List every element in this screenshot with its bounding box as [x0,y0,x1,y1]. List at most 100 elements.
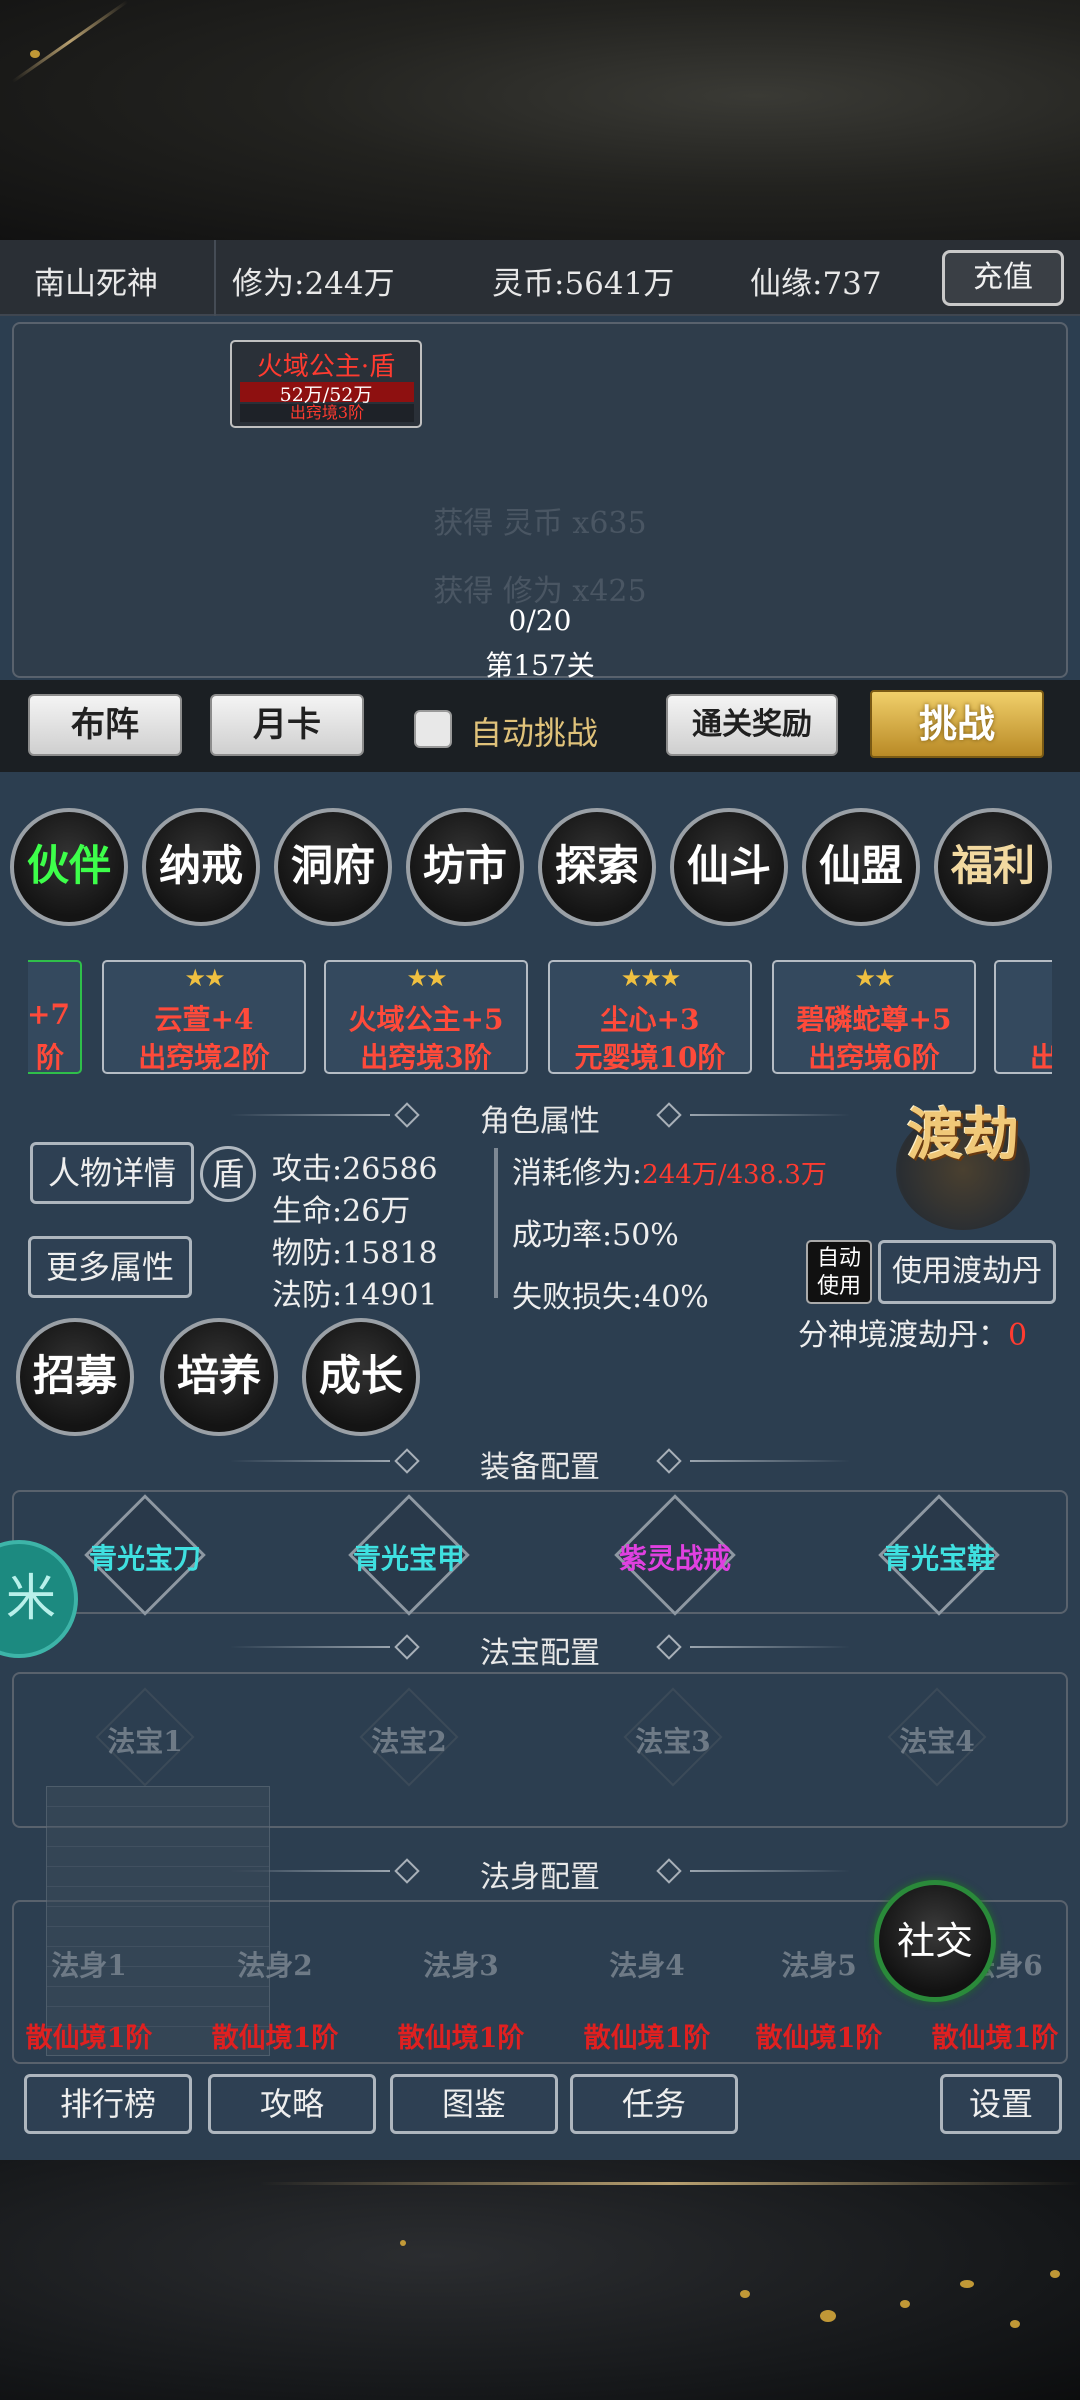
divider [214,240,216,316]
partner-card[interactable]: ★★ 云萱+4 出窍境2阶 [102,960,306,1074]
cultivate-button[interactable]: 培养 [160,1318,278,1436]
partner-carousel[interactable]: +7 阶 ★★ 云萱+4 出窍境2阶 ★★ 火域公主+5 出窍境3阶 ★★★ 尘… [28,960,1052,1078]
partner-name: 碧磷蛇尊+5 [796,1003,952,1036]
equipment-boots[interactable]: 青光宝鞋 [839,1537,1039,1577]
clear-reward-button[interactable]: 通关奖励 [666,694,838,756]
partner-name: +7 [28,998,70,1031]
heading-ornament [690,1870,850,1872]
codex-button[interactable]: 图鉴 [390,2074,558,2134]
partner-card[interactable]: ★★★ 尘心+3 元婴境10阶 [548,960,752,1074]
partner-realm: 出窍境3阶 [360,1041,492,1074]
dharma-body-slot-2[interactable]: 法身2 [200,1944,350,1984]
shield-badge[interactable]: 盾 [200,1146,256,1202]
partner-realm: 出窍境2阶 [138,1041,270,1074]
gold-fleck [400,2240,406,2246]
heading-ornament [690,1114,850,1116]
menu-welfare[interactable]: 福利 [934,808,1052,926]
treasure-slot-2[interactable]: 法宝2 [334,1720,484,1760]
character-detail-button[interactable]: 人物详情 [30,1142,194,1204]
menu-market[interactable]: 坊市 [406,808,524,926]
equipment-weapon[interactable]: 青光宝刀 [45,1537,245,1577]
star-rating: ★★ [184,964,225,992]
social-button[interactable]: 社交 [874,1880,996,2002]
tribulation-pill-count: 分神境渡劫丹：0 [798,1310,1027,1354]
partner-realm: 元婴境10阶 [574,1041,726,1074]
star-rating: ★★★ [620,964,682,992]
equipment-armor[interactable]: 青光宝甲 [309,1537,509,1577]
partner-realm: 出窍境6阶 [808,1041,940,1074]
tasks-button[interactable]: 任务 [570,2074,738,2134]
treasure-slot-4[interactable]: 法宝4 [862,1720,1012,1760]
partner-card[interactable]: ★★ 碧磷蛇尊+5 出窍境6阶 [772,960,976,1074]
dharma-body-realm: 散仙境1阶 [397,2023,525,2054]
gold-fleck [740,2290,750,2298]
dharma-body-realm: 散仙境1阶 [211,2023,339,2054]
menu-explore[interactable]: 探索 [538,808,656,926]
attack-stat: 攻击:26586 [272,1152,438,1187]
dharma-body-realm: 散仙境1阶 [931,2023,1059,2054]
enemy-realm: 出窍境3阶 [240,404,414,422]
magic-defense-stat: 法防:14901 [272,1278,438,1313]
success-rate: 成功率:50% [512,1218,679,1253]
partner-card[interactable]: +7 阶 [28,960,82,1074]
star-rating: ★★ [854,964,895,992]
consume-cultivation: 消耗修为:244万/438.3万 [512,1148,827,1192]
partner-card[interactable]: ★★ 火域公主+5 出窍境3阶 [324,960,528,1074]
enemy-name: 火域公主·盾 [256,352,396,382]
bottom-background [0,2160,1080,2400]
more-attributes-button[interactable]: 更多属性 [28,1236,192,1298]
partner-name: 火域公主+5 [348,1003,504,1036]
ranking-button[interactable]: 排行榜 [24,2074,192,2134]
tribulation-button[interactable]: 渡劫 [896,1107,1030,1230]
gold-fleck [30,50,40,58]
auto-use-toggle[interactable]: 自动使用 [806,1240,872,1304]
auto-challenge-label[interactable]: 自动挑战 [470,708,598,754]
dharma-body-slot-5[interactable]: 法身5 [744,1944,894,1984]
equipment-title: 装备配置 [480,1450,600,1485]
dharma-body-slot-4[interactable]: 法身4 [572,1944,722,1984]
guide-button[interactable]: 攻略 [208,2074,376,2134]
menu-storage-ring[interactable]: 纳戒 [142,808,260,926]
star-rating: ★★ [406,964,447,992]
challenge-button[interactable]: 挑战 [870,690,1044,758]
dharma-body-realm: 散仙境1阶 [25,2023,153,2054]
partner-card[interactable]: 出 [994,960,1052,1074]
enemy-card[interactable]: 火域公主·盾 52万/52万 出窍境3阶 [230,340,422,428]
failure-loss: 失败损失:40% [512,1280,709,1315]
partner-realm: 出 [1030,1041,1052,1074]
xianyuan-value: 仙缘:737 [750,266,882,302]
settings-button[interactable]: 设置 [940,2074,1062,2134]
formation-button[interactable]: 布阵 [28,694,182,756]
menu-arena[interactable]: 仙斗 [670,808,788,926]
treasure-slot-3[interactable]: 法宝3 [598,1720,748,1760]
gold-fleck [960,2280,974,2288]
recruit-button[interactable]: 招募 [16,1318,134,1436]
use-tribulation-pill-button[interactable]: 使用渡劫丹 [878,1240,1056,1304]
reward-log-1: 获得 灵币 x635 [433,506,647,541]
partner-name: 云萱+4 [154,1003,254,1036]
cultivation-value: 修为:244万 [232,266,395,302]
decor-line [11,0,129,83]
pill-label: 分神境渡劫丹： [798,1318,1008,1353]
monthly-card-button[interactable]: 月卡 [210,694,364,756]
consume-value: 244万/438.3万 [642,1160,827,1190]
dharma-body-slot-3[interactable]: 法身3 [386,1944,536,1984]
menu-cave[interactable]: 洞府 [274,808,392,926]
pill-count-value: 0 [1008,1318,1028,1353]
equipment-ring[interactable]: 紫灵战戒 [575,1537,775,1577]
growth-button[interactable]: 成长 [302,1318,420,1436]
hp-stat: 生命:26万 [272,1194,411,1229]
dharma-body-slot-1[interactable]: 法身1 [14,1944,164,1984]
consume-label: 消耗修为: [512,1156,643,1191]
gold-fleck [820,2310,836,2322]
player-name[interactable]: 南山死神 [34,258,158,303]
menu-partner[interactable]: 伙伴 [10,808,128,926]
divider [494,1148,498,1298]
auto-challenge-checkbox[interactable] [414,710,452,748]
menu-alliance[interactable]: 仙盟 [802,808,920,926]
partner-name: 尘心+3 [600,1003,700,1036]
recharge-button[interactable]: 充值 [942,250,1064,306]
resource-bar: 南山死神 修为:244万 灵币:5641万 仙缘:737 [0,240,1080,316]
treasure-slot-1[interactable]: 法宝1 [70,1720,220,1760]
heading-ornament [690,1460,850,1462]
